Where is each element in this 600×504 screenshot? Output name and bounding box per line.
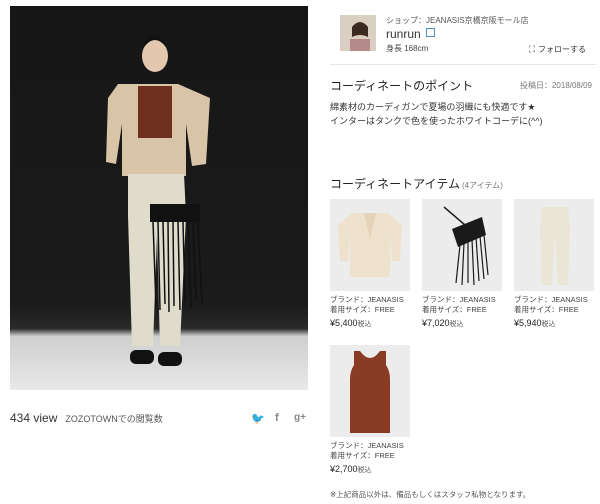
divider (330, 64, 596, 65)
follow-label: フォローする (538, 45, 586, 54)
item-price: ¥2,700税込 (330, 464, 410, 475)
follow-icon: ⛶ (528, 44, 535, 54)
item-price-value: ¥5,400 (330, 318, 358, 328)
view-stats: 434 view ZOZOTOWNでの閲覧数 (10, 411, 163, 425)
item-price-value: ¥7,020 (422, 318, 450, 328)
item-card-tank-top[interactable]: ブランド：JEANASIS 着用サイズ：FREE ¥2,700税込 (330, 345, 410, 475)
outfit-photo (10, 6, 308, 390)
item-image-pants[interactable] (514, 199, 594, 291)
item-price: ¥7,020税込 (422, 318, 502, 329)
staff-height: 身長 168cm (386, 44, 429, 53)
item-price: ¥5,400税込 (330, 318, 410, 329)
external-link-icon[interactable] (426, 28, 435, 37)
staff-username[interactable]: runrun (386, 27, 421, 41)
item-size: 着用サイズ：FREE (330, 451, 395, 460)
description-line-2: インターはタンクで色を使ったホワイトコーデに(^^) (330, 116, 543, 126)
follow-button[interactable]: ⛶ フォローする (529, 44, 586, 55)
coordinate-point-heading: コーディネートのポイント (330, 79, 474, 93)
items-footnote: ※上記商品以外は、備品もしくはスタッフ私物となります。 (330, 490, 531, 499)
googleplus-share-icon[interactable]: g+ (294, 412, 306, 423)
twitter-share-icon[interactable]: 🐦 (251, 412, 265, 425)
item-image-fringe-bag[interactable] (422, 199, 502, 291)
item-image-cardigan[interactable] (330, 199, 410, 291)
item-price-value: ¥5,940 (514, 318, 542, 328)
item-tax-label: 税込 (357, 467, 372, 474)
shop-name[interactable]: ショップ：JEANASIS京橋京阪モール店 (386, 15, 529, 26)
item-tax-label: 税込 (541, 321, 556, 328)
posted-date: 投稿日：2018/08/09 (519, 81, 592, 90)
item-brand: ブランド：JEANASIS (514, 295, 588, 304)
item-image-tank-top[interactable] (330, 345, 410, 437)
items-heading-label: コーディネートアイテム (330, 177, 460, 191)
coordinate-items-heading: コーディネートアイテム (4アイテム) (330, 175, 503, 192)
facebook-share-icon[interactable]: f (275, 412, 279, 424)
item-card-cardigan[interactable]: ブランド：JEANASIS 着用サイズ：FREE ¥5,400税込 (330, 199, 410, 329)
item-brand: ブランド：JEANASIS (422, 295, 496, 304)
items-count: (4アイテム) (461, 181, 503, 190)
item-tax-label: 税込 (449, 321, 464, 328)
item-card-fringe-bag[interactable]: ブランド：JEANASIS 着用サイズ：FREE ¥7,020税込 (422, 199, 502, 329)
item-price-value: ¥2,700 (330, 464, 358, 474)
description-line-1: 綿素材のカーディガンで夏場の羽織にも快適です★ (330, 102, 536, 112)
view-count-label: ZOZOTOWNでの閲覧数 (65, 414, 163, 424)
item-size: 着用サイズ：FREE (330, 305, 395, 314)
item-price: ¥5,940税込 (514, 318, 594, 329)
item-size: 着用サイズ：FREE (514, 305, 579, 314)
staff-avatar[interactable] (340, 15, 376, 51)
item-brand: ブランド：JEANASIS (330, 295, 404, 304)
item-tax-label: 税込 (357, 321, 372, 328)
item-brand: ブランド：JEANASIS (330, 441, 404, 450)
shop-staff-card: ショップ：JEANASIS京橋京阪モール店 runrun 身長 168cm ⛶ … (330, 10, 590, 62)
item-card-pants[interactable]: ブランド：JEANASIS 着用サイズ：FREE ¥5,940税込 (514, 199, 594, 329)
view-count: 434 view (10, 411, 58, 425)
item-size: 着用サイズ：FREE (422, 305, 487, 314)
